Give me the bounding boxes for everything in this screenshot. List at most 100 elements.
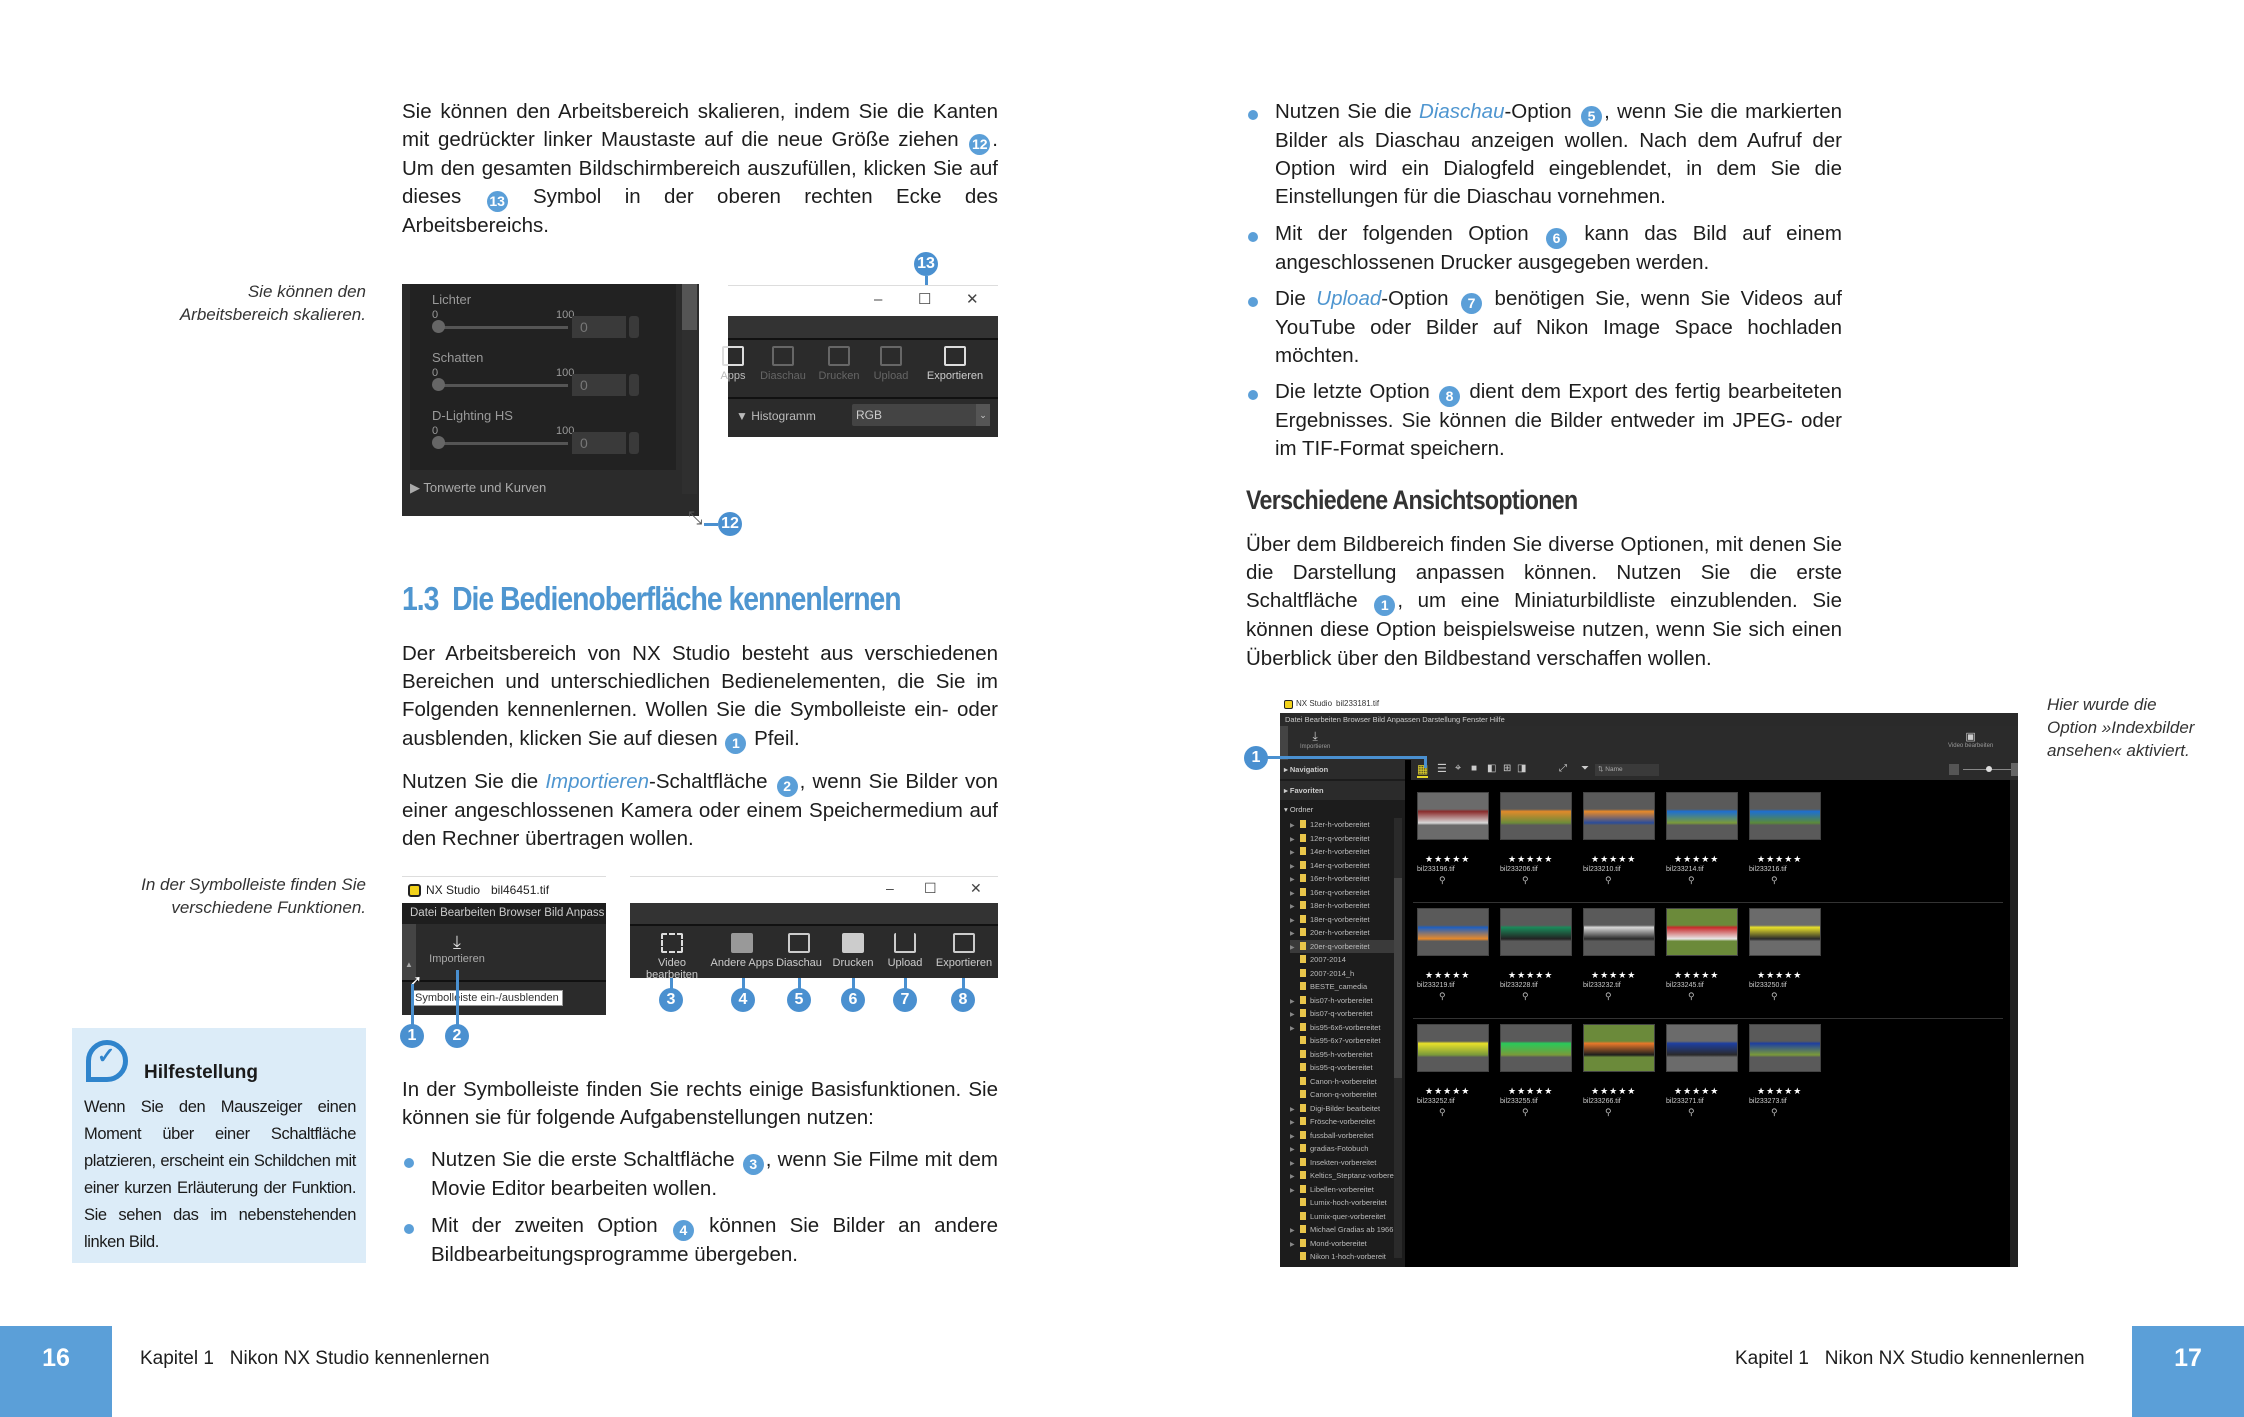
folder-item[interactable]: Canon-q-vorbereitet [1290, 1088, 1394, 1102]
folder-item[interactable]: Lumix-quer-vorbereitet [1290, 1210, 1394, 1224]
menu-bild[interactable]: Bild [544, 907, 563, 919]
import-button[interactable]: ⤓ Importieren [1300, 729, 1330, 750]
slider-knob[interactable] [1986, 766, 1992, 772]
slider-lichter[interactable]: Lichter 0 100 0 [432, 292, 682, 338]
thumbnail-item[interactable]: ★★★★★ bil233228.tif ⚲ [1500, 908, 1576, 1016]
panel-favoriten[interactable]: ▸ Favoriten [1280, 781, 1405, 800]
split-view-icon[interactable]: ◨ [1517, 763, 1526, 774]
thumbnail-item[interactable]: ★★★★★ bil233232.tif ⚲ [1583, 908, 1659, 1016]
expand-arrow-icon[interactable]: ▶ [1290, 928, 1300, 940]
grid-scrollbar[interactable] [2010, 780, 2018, 1267]
expand-arrow-icon[interactable]: ▶ [1290, 1131, 1300, 1143]
folder-item[interactable]: ▶ 20er-q-vorbereitet [1290, 939, 1394, 954]
folder-item[interactable]: ▶ 18er-q-vorbereitet [1290, 913, 1394, 927]
folder-item[interactable]: ▶ Insekten-vorbereitet [1290, 1156, 1394, 1170]
panel-scrollbar[interactable] [682, 284, 697, 494]
thumbnail-item[interactable]: ★★★★★ bil233252.tif ⚲ [1417, 1024, 1493, 1132]
menu-anpassen[interactable]: Anpassen [1387, 715, 1420, 724]
thumbnail-item[interactable]: ★★★★★ bil233250.tif ⚲ [1749, 908, 1825, 1016]
minimize-button[interactable]: – [886, 880, 894, 896]
thumbnail-image[interactable] [1417, 792, 1489, 840]
folder-item[interactable]: ▶ fussball-vorbereitet [1290, 1129, 1394, 1143]
thumbnail-item[interactable]: ★★★★★ bil233255.tif ⚲ [1500, 1024, 1576, 1132]
expand-arrow-icon[interactable]: ▶ [1290, 1144, 1300, 1156]
panel-ordner[interactable]: ▾ Ordner [1280, 802, 1405, 818]
expand-arrow-icon[interactable]: ▶ [1290, 874, 1300, 886]
spin-button[interactable] [629, 374, 639, 396]
folder-item[interactable]: ▶ Digi-Bilder bearbeitet [1290, 1102, 1394, 1116]
toolbar-upload[interactable]: Upload [878, 933, 932, 969]
toolbar-exportieren[interactable]: Exportieren [920, 346, 990, 382]
menu-datei[interactable]: Datei [410, 907, 437, 919]
expand-arrow-icon[interactable]: ▶ [1290, 1239, 1300, 1251]
toolbar-upload[interactable]: Upload [856, 346, 926, 382]
menu-browser[interactable]: Browser [1343, 715, 1371, 724]
video-edit-button[interactable]: ▣ Video bearbeiten [1948, 730, 1993, 749]
thumbnail-item[interactable]: ★★★★★ bil233271.tif ⚲ [1666, 1024, 1742, 1132]
thumbnail-image[interactable] [1749, 792, 1821, 840]
star-rating[interactable]: ★★★★★ [1674, 1086, 1719, 1097]
toolbar-exportieren[interactable]: Exportieren [932, 933, 996, 969]
toolbar-diaschau[interactable]: Diaschau [772, 933, 826, 969]
toolbar-drucken[interactable]: Drucken [826, 933, 880, 969]
thumbnail-item[interactable]: ★★★★★ bil233273.tif ⚲ [1749, 1024, 1825, 1132]
thumbnail-image[interactable] [1666, 792, 1738, 840]
multi-view-icon[interactable]: ⊞ [1503, 763, 1511, 774]
expand-arrow-icon[interactable]: ▶ [1290, 1117, 1300, 1129]
expand-arrow-icon[interactable]: ▶ [1290, 1185, 1300, 1197]
thumbnail-item[interactable]: ★★★★★ bil233216.tif ⚲ [1749, 792, 1825, 900]
star-rating[interactable]: ★★★★★ [1591, 854, 1636, 865]
star-rating[interactable]: ★★★★★ [1508, 1086, 1553, 1097]
thumbnail-image[interactable] [1666, 1024, 1738, 1072]
expand-arrow-icon[interactable]: ▶ [1290, 861, 1300, 873]
folder-item[interactable]: ▶ 14er-h-vorbereitet [1290, 845, 1394, 859]
slider-knob[interactable] [432, 320, 445, 333]
folder-item[interactable]: ▶ 12er-h-vorbereitet [1290, 818, 1394, 832]
histogram-select[interactable]: RGB ⌄ [852, 404, 990, 426]
import-button[interactable]: ⤓ Importieren [424, 932, 490, 965]
star-rating[interactable]: ★★★★★ [1757, 1086, 1802, 1097]
single-view-icon[interactable]: ■ [1471, 763, 1477, 774]
menu-bearbeiten[interactable]: Bearbeiten [440, 907, 496, 919]
expand-arrow-icon[interactable]: ▶ [1290, 888, 1300, 900]
toolbar-video-bearbeiten[interactable]: Video bearbeiten [632, 933, 712, 981]
small-thumb-icon[interactable] [1949, 764, 1959, 775]
thumbnail-item[interactable]: ★★★★★ bil233196.tif ⚲ [1417, 792, 1493, 900]
large-thumb-icon[interactable] [2011, 763, 2018, 776]
fullscreen-icon[interactable]: ⤢ [1559, 763, 1567, 774]
folder-item[interactable]: ▶ 18er-h-vorbereitet [1290, 899, 1394, 913]
value-input[interactable]: 0 [572, 374, 626, 396]
star-rating[interactable]: ★★★★★ [1757, 970, 1802, 981]
menu-fenster[interactable]: Fenster [1462, 715, 1487, 724]
panel-navigation[interactable]: ▸ Navigation [1280, 760, 1405, 779]
star-rating[interactable]: ★★★★★ [1508, 854, 1553, 865]
star-rating[interactable]: ★★★★★ [1425, 1086, 1470, 1097]
slider-knob[interactable] [432, 378, 445, 391]
toolbar-toggle-button[interactable] [1280, 726, 1288, 760]
thumbnail-image[interactable] [1666, 908, 1738, 956]
expand-arrow-icon[interactable]: ▶ [1290, 834, 1300, 846]
folder-item[interactable]: ▶ 12er-q-vorbereitet [1290, 832, 1394, 846]
value-input[interactable]: 0 [572, 316, 626, 338]
folder-item[interactable]: Lumix-hoch-vorbereitet [1290, 1196, 1394, 1210]
thumbnail-image[interactable] [1500, 792, 1572, 840]
sort-select[interactable]: ⇅ Name [1595, 764, 1659, 776]
folder-item[interactable]: ▶ Frösche-vorbereitet [1290, 1115, 1394, 1129]
star-rating[interactable]: ★★★★★ [1674, 854, 1719, 865]
star-rating[interactable]: ★★★★★ [1674, 970, 1719, 981]
menu-bearbeiten[interactable]: Bearbeiten [1305, 715, 1341, 724]
maximize-button[interactable]: ☐ [918, 290, 931, 308]
folder-item[interactable]: ▶ gradias-Fotobuch [1290, 1142, 1394, 1156]
expand-arrow-icon[interactable]: ▶ [1290, 942, 1300, 954]
expand-arrow-icon[interactable]: ▶ [1290, 1009, 1300, 1021]
folder-item[interactable]: ▶ 16er-h-vorbereitet [1290, 872, 1394, 886]
thumbnail-item[interactable]: ★★★★★ bil233214.tif ⚲ [1666, 792, 1742, 900]
section-tonwerte[interactable]: ▶ Tonwerte und Kurven [410, 480, 546, 496]
folder-item[interactable]: ▶ 14er-q-vorbereitet [1290, 859, 1394, 873]
expand-arrow-icon[interactable]: ▶ [1290, 1225, 1300, 1237]
folder-item[interactable]: Canon-h-vorbereitet [1290, 1075, 1394, 1089]
star-rating[interactable]: ★★★★★ [1425, 970, 1470, 981]
thumbnail-item[interactable]: ★★★★★ bil233245.tif ⚲ [1666, 908, 1742, 1016]
folder-item[interactable]: ▶ Keltics_Steptanz-vorbere [1290, 1169, 1394, 1183]
slider-d-lighting[interactable]: D-Lighting HS 0 100 0 [432, 408, 682, 454]
